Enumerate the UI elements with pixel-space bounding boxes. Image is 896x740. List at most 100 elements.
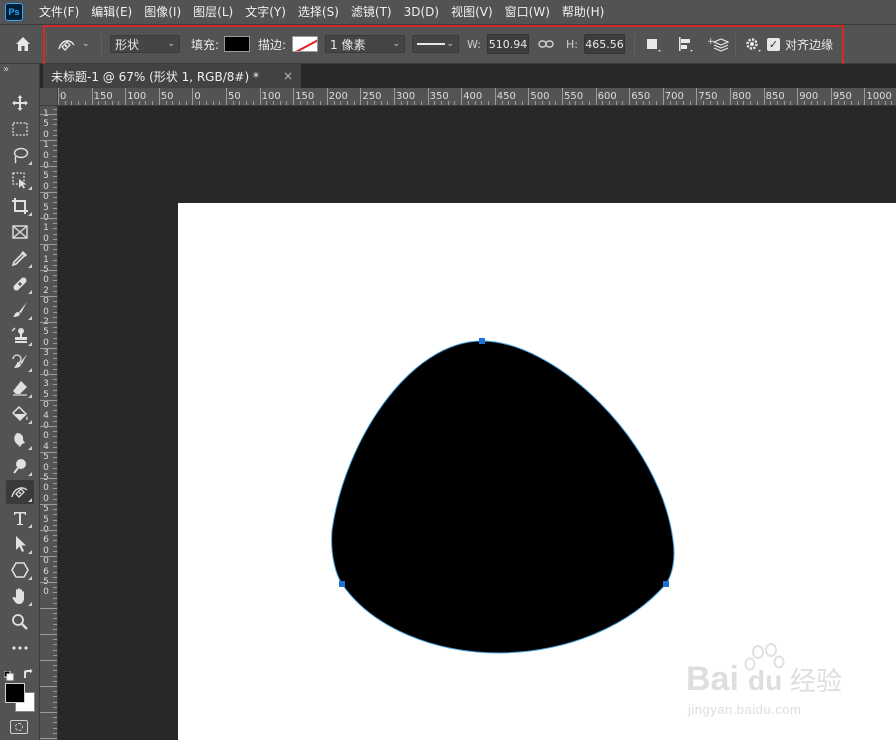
more-tools[interactable] (6, 636, 34, 660)
vertical-ruler[interactable]: 1501005005010015020025030035040045050055… (40, 88, 58, 740)
path-select-tool[interactable] (6, 532, 34, 556)
ruler-tick (53, 129, 57, 131)
tools-panel: » (0, 64, 40, 740)
ruler-label: 50 (228, 91, 241, 102)
ruler-tick (40, 166, 57, 167)
eyedropper-icon (11, 251, 27, 267)
ruler-tick (53, 379, 57, 381)
menu-edit[interactable]: 编辑(E) (85, 0, 138, 24)
horizontal-ruler[interactable]: 0 150 100 50 0 50 100 150 200 250 300 350 400 450 500 5… (58, 88, 896, 106)
stroke-swatch[interactable] (292, 36, 318, 52)
ruler-tick (40, 686, 57, 687)
ruler-label: 0 (43, 358, 49, 369)
ruler-tick (454, 101, 456, 105)
ruler-tick (53, 327, 57, 329)
fill-swatch[interactable] (224, 36, 250, 52)
type-tool[interactable] (6, 506, 34, 530)
swap-colors-icon[interactable] (22, 665, 34, 678)
menu-view[interactable]: 视图(V) (445, 0, 499, 24)
ruler-tick (53, 727, 57, 729)
ruler-tick (53, 181, 57, 183)
ruler-tick (53, 155, 57, 157)
width-field[interactable]: 510.94 (487, 34, 529, 54)
height-field[interactable]: 465.56 (584, 34, 625, 54)
ruler-tick (521, 101, 523, 105)
mode-dropdown[interactable]: 形状 ⌄ (110, 35, 180, 53)
healing-tool[interactable] (6, 272, 34, 296)
ruler-tick (461, 88, 463, 105)
ruler-tick (53, 290, 57, 292)
curvature-pen-icon (58, 40, 75, 51)
object-select-tool[interactable] (6, 168, 34, 192)
crop-tool[interactable] (6, 194, 34, 218)
ruler-tick (118, 101, 120, 105)
zoom-tool[interactable] (6, 610, 34, 634)
menu-select[interactable]: 选择(S) (292, 0, 345, 24)
tool-preset-picker[interactable]: ⌄ (56, 25, 90, 63)
brush-tool[interactable] (6, 298, 34, 322)
home-button[interactable] (14, 25, 32, 63)
align-edges-option[interactable]: ✓ 对齐边缘 (767, 25, 833, 63)
eraser-tool[interactable] (6, 376, 34, 400)
link-dimensions-button[interactable] (538, 25, 554, 63)
path-operations-button[interactable] (644, 25, 662, 63)
eyedropper-tool[interactable] (6, 246, 34, 270)
close-icon[interactable]: × (283, 69, 293, 83)
menu-layer[interactable]: 图层(L) (187, 0, 239, 24)
stroke-type-dropdown[interactable]: ⌄ (412, 35, 459, 53)
menu-filter[interactable]: 滤镜(T) (345, 0, 398, 24)
ruler-tick (84, 101, 86, 105)
ruler-tick (78, 101, 80, 105)
ruler-tick (53, 254, 57, 256)
lasso-tool[interactable] (6, 143, 34, 167)
frame-tool[interactable] (6, 220, 34, 244)
ruler-tick (252, 101, 254, 105)
ruler-tick (40, 478, 57, 479)
dodge-tool[interactable] (6, 454, 34, 478)
ruler-tick (53, 592, 57, 594)
ruler-tick (53, 587, 57, 589)
history-brush-tool[interactable] (6, 350, 34, 374)
menu-file[interactable]: 文件(F) (33, 0, 85, 24)
default-colors-icon[interactable] (3, 666, 14, 681)
curvature-pen-tool[interactable] (6, 480, 34, 504)
foreground-color-swatch[interactable] (5, 683, 25, 703)
stroke-width-dropdown[interactable]: 1 像素 ⌄ (325, 35, 405, 53)
path-alignment-button[interactable] (676, 25, 694, 63)
ruler-label: 50 (160, 91, 174, 102)
chevron-down-icon: ⌄ (82, 39, 90, 49)
menu-help[interactable]: 帮助(H) (556, 0, 610, 24)
collapse-panel-icon[interactable]: » (3, 64, 9, 75)
marquee-tool[interactable] (6, 117, 34, 141)
align-edges-checkbox[interactable]: ✓ (767, 37, 780, 51)
menu-type[interactable]: 文字(Y) (239, 0, 292, 24)
hand-tool[interactable] (6, 584, 34, 608)
paint-bucket-tool[interactable] (6, 402, 34, 426)
quick-mask-button[interactable] (10, 720, 28, 734)
menu-list: 文件(F) 编辑(E) 图像(I) 图层(L) 文字(Y) 选择(S) 滤镜(T… (33, 0, 610, 24)
ruler-tick (53, 472, 57, 474)
menu-3d[interactable]: 3D(D) (398, 0, 445, 24)
blur-tool[interactable] (6, 428, 34, 452)
ruler-tick (53, 431, 57, 433)
stamp-tool[interactable] (6, 324, 34, 348)
ruler-label: 5 (43, 119, 49, 130)
line-style-icon (417, 43, 445, 45)
path-arrangement-button[interactable]: + (707, 25, 729, 63)
move-tool[interactable] (6, 91, 34, 115)
menu-window[interactable]: 窗口(W) (499, 0, 556, 24)
dodge-icon (13, 459, 26, 474)
document-tab[interactable]: 未标题-1 @ 67% (形状 1, RGB/8#) * × (43, 64, 301, 88)
shape-tool[interactable] (6, 558, 34, 582)
ruler-tick (53, 540, 57, 542)
ruler-label: 0 (43, 545, 49, 556)
menu-image[interactable]: 图像(I) (138, 0, 187, 24)
ruler-tick (656, 101, 658, 105)
ruler-tick (53, 706, 57, 708)
ruler-tick (40, 322, 57, 323)
ruler-tick (53, 160, 57, 162)
settings-button[interactable] (743, 25, 763, 63)
ruler-tick (53, 301, 57, 303)
ruler-origin[interactable] (40, 88, 58, 106)
ruler-label: 650 (631, 91, 651, 102)
